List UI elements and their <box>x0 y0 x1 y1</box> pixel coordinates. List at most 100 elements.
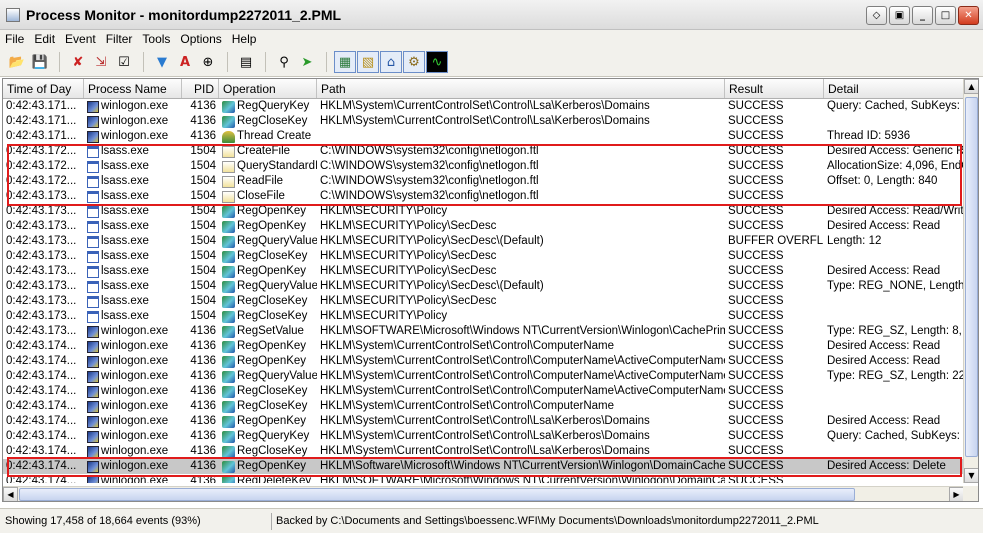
minimize-button[interactable]: _ <box>912 6 933 25</box>
detail-cell: Desired Access: Generic Re <box>827 145 964 157</box>
table-row[interactable]: 0:42:43.173... lsass.exe 1504 RegQueryValue… <box>3 234 964 249</box>
table-row[interactable]: 0:42:43.174... winlogon.exe 4136 RegOpenKey… <box>3 459 964 474</box>
table-row[interactable]: 0:42:43.173... lsass.exe 1504 CloseFile C:\W… <box>3 189 964 204</box>
lsass-process-icon <box>87 205 99 218</box>
process-activity-icon[interactable]: ⚙ <box>403 51 425 73</box>
table-row[interactable]: 0:42:43.173... lsass.exe 1504 RegQueryValue… <box>3 279 964 294</box>
winlogon-process-icon <box>87 370 99 383</box>
result-cell: SUCCESS <box>728 145 784 157</box>
find-icon[interactable]: ⚲ <box>273 51 295 73</box>
close-button[interactable]: ✕ <box>958 6 979 25</box>
highlight-icon[interactable]: A <box>174 51 196 73</box>
table-row[interactable]: 0:42:43.171... winlogon.exe 4136 Thread Cre… <box>3 129 964 144</box>
table-row[interactable]: 0:42:43.171... winlogon.exe 4136 RegCloseKe… <box>3 114 964 129</box>
restore-window-icon[interactable]: ◇ <box>866 6 887 25</box>
menu-filter[interactable]: Filter <box>101 32 138 46</box>
col-process-header[interactable]: Process Name <box>84 79 182 98</box>
table-row[interactable]: 0:42:43.171... winlogon.exe 4136 RegQueryKe… <box>3 99 964 114</box>
process-cell: lsass.exe <box>84 249 182 264</box>
table-row[interactable]: 0:42:43.174... winlogon.exe 4136 RegOpenKey… <box>3 354 964 369</box>
table-row[interactable]: 0:42:43.174... winlogon.exe 4136 RegDeleteK… <box>3 474 964 483</box>
table-row[interactable]: 0:42:43.174... winlogon.exe 4136 RegQueryVa… <box>3 369 964 384</box>
horizontal-scroll-thumb[interactable] <box>19 488 855 501</box>
autoscroll-icon[interactable]: ⇲ <box>90 51 112 73</box>
path-cell: HKLM\SECURITY\Policy\SecDesc <box>320 220 497 232</box>
operation-name: RegQueryValue <box>237 280 317 292</box>
registry-operation-icon <box>222 115 235 128</box>
vertical-scrollbar[interactable]: ▲ ▼ <box>963 79 978 483</box>
pid-cell: 4136 <box>190 415 216 427</box>
jump-icon[interactable]: ➤ <box>296 51 318 73</box>
registry-activity-icon[interactable]: ▦ <box>334 51 356 73</box>
col-path-header[interactable]: Path <box>317 79 725 98</box>
process-cell: lsass.exe <box>84 234 182 249</box>
clear-icon[interactable]: ☑ <box>113 51 135 73</box>
table-row[interactable]: 0:42:43.174... winlogon.exe 4136 RegOpenKey… <box>3 339 964 354</box>
open-icon[interactable]: 📂 <box>6 51 28 73</box>
vertical-scroll-thumb[interactable] <box>965 97 978 457</box>
operation-name: RegCloseKey <box>237 115 308 127</box>
table-row[interactable]: 0:42:43.173... winlogon.exe 4136 RegSetValu… <box>3 324 964 339</box>
scroll-left-icon[interactable]: ◀ <box>3 487 18 501</box>
table-row[interactable]: 0:42:43.174... winlogon.exe 4136 RegQueryKe… <box>3 429 964 444</box>
lsass-process-icon <box>87 250 99 263</box>
table-row[interactable]: 0:42:43.172... lsass.exe 1504 CreateFile C:\… <box>3 144 964 159</box>
menu-help[interactable]: Help <box>227 32 262 46</box>
toolbar-separator <box>59 52 60 72</box>
menu-options[interactable]: Options <box>175 32 226 46</box>
network-activity-icon[interactable]: ⌂ <box>380 51 402 73</box>
scroll-right-icon[interactable]: ▶ <box>949 487 964 501</box>
properties-icon[interactable]: ▤ <box>235 51 257 73</box>
col-detail-header[interactable]: Detail <box>824 79 964 98</box>
table-row[interactable]: 0:42:43.172... lsass.exe 1504 ReadFile C:\WI… <box>3 174 964 189</box>
operation-name: Thread Create <box>237 130 312 142</box>
title-bar[interactable]: Process Monitor - monitordump2272011_2.P… <box>0 0 983 30</box>
operation-cell: RegCloseKey <box>219 114 317 129</box>
window-menu-icon[interactable]: ▣ <box>889 6 910 25</box>
table-row[interactable]: 0:42:43.173... lsass.exe 1504 RegCloseKey HK… <box>3 309 964 324</box>
result-cell: SUCCESS <box>728 100 784 112</box>
table-row[interactable]: 0:42:43.173... lsass.exe 1504 RegCloseKey HK… <box>3 294 964 309</box>
table-row[interactable]: 0:42:43.173... lsass.exe 1504 RegOpenKey HKL… <box>3 204 964 219</box>
table-row[interactable]: 0:42:43.174... winlogon.exe 4136 RegCloseKe… <box>3 444 964 459</box>
detail-cell: Query: Cached, SubKeys: 0 <box>827 430 964 442</box>
table-row[interactable]: 0:42:43.173... lsass.exe 1504 RegOpenKey HKL… <box>3 219 964 234</box>
operation-cell: RegCloseKey <box>219 249 317 264</box>
table-row[interactable]: 0:42:43.173... lsass.exe 1504 RegOpenKey HKL… <box>3 264 964 279</box>
table-row[interactable]: 0:42:43.174... winlogon.exe 4136 RegOpenKey… <box>3 414 964 429</box>
process-name: lsass.exe <box>101 190 149 202</box>
process-cell: winlogon.exe <box>84 114 182 129</box>
menu-file[interactable]: File <box>0 32 29 46</box>
process-name: winlogon.exe <box>101 115 169 127</box>
horizontal-scrollbar[interactable]: ◀ ▶ <box>3 486 964 501</box>
scroll-down-icon[interactable]: ▼ <box>964 468 978 483</box>
maximize-button[interactable]: □ <box>935 6 956 25</box>
detail-cell: Thread ID: 5936 <box>827 130 911 142</box>
menu-event[interactable]: Event <box>60 32 101 46</box>
operation-name: ReadFile <box>237 175 284 187</box>
lsass-process-icon <box>87 235 99 248</box>
col-result-header[interactable]: Result <box>725 79 824 98</box>
capture-icon[interactable]: ✘ <box>67 51 89 73</box>
col-pid-header[interactable]: PID <box>182 79 219 98</box>
table-row[interactable]: 0:42:43.172... lsass.exe 1504 QueryStandard… <box>3 159 964 174</box>
col-time-header[interactable]: Time of Day <box>3 79 84 98</box>
menu-tools[interactable]: Tools <box>137 32 175 46</box>
result-cell: SUCCESS <box>728 115 784 127</box>
table-row[interactable]: 0:42:43.174... winlogon.exe 4136 RegCloseKe… <box>3 384 964 399</box>
filter-icon[interactable]: ▼ <box>151 51 173 73</box>
menu-edit[interactable]: Edit <box>29 32 60 46</box>
profiling-icon[interactable]: ∿ <box>426 51 448 73</box>
toolbar-separator <box>326 52 327 72</box>
save-icon[interactable]: 💾 <box>29 51 51 73</box>
process-name: winlogon.exe <box>101 370 169 382</box>
process-name: winlogon.exe <box>101 325 169 337</box>
table-row[interactable]: 0:42:43.174... winlogon.exe 4136 RegCloseKe… <box>3 399 964 414</box>
scroll-up-icon[interactable]: ▲ <box>964 79 978 94</box>
target-icon[interactable]: ⊕ <box>197 51 219 73</box>
operation-cell: RegOpenKey <box>219 354 317 369</box>
col-operation-header[interactable]: Operation <box>219 79 317 98</box>
table-row[interactable]: 0:42:43.173... lsass.exe 1504 RegCloseKey HK… <box>3 249 964 264</box>
process-cell: lsass.exe <box>84 159 182 174</box>
file-activity-icon[interactable]: ▧ <box>357 51 379 73</box>
